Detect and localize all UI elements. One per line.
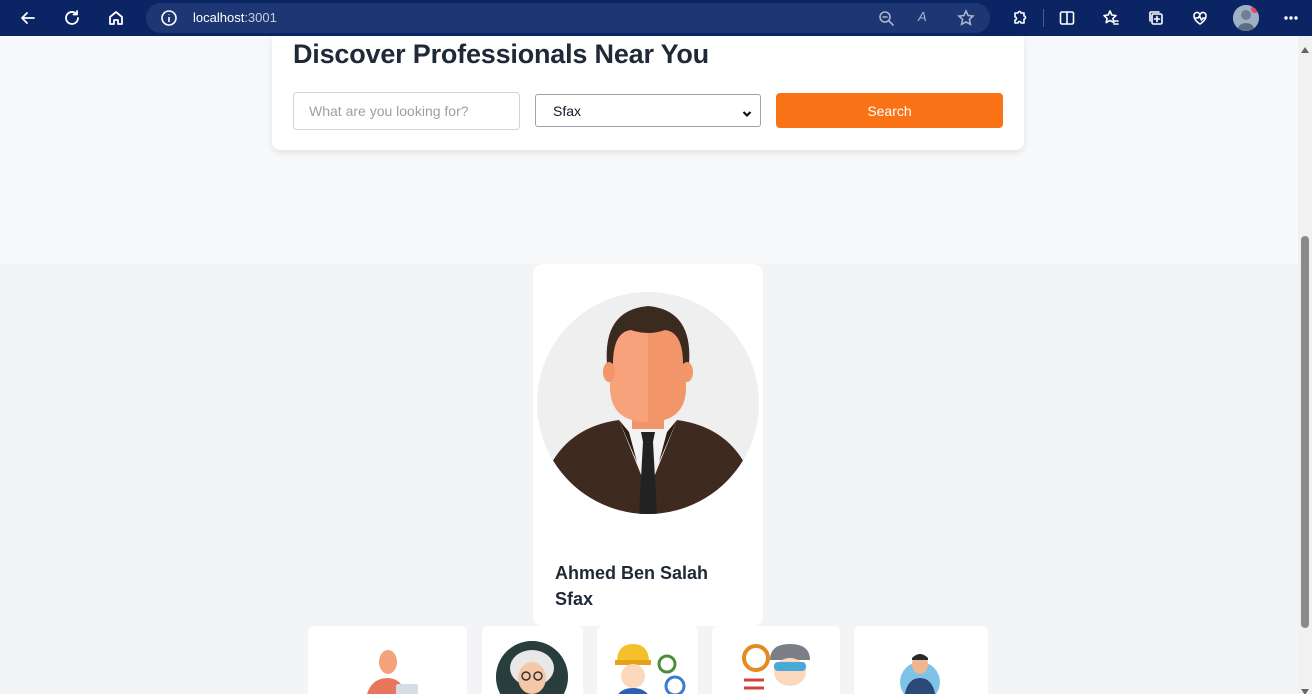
featured-professional-card[interactable]: Ahmed Ben Salah Sfax <box>533 264 763 626</box>
scroll-down-arrow-icon[interactable] <box>1301 682 1309 694</box>
toolbar-divider <box>1043 9 1044 27</box>
performance-icon <box>1193 11 1207 25</box>
man-portrait-icon <box>900 654 940 694</box>
chevron-down-icon <box>742 106 752 118</box>
professional-card[interactable] <box>597 626 698 694</box>
collections-icon <box>1149 11 1163 25</box>
address-bar[interactable]: localhost:3001 A <box>146 3 990 33</box>
scroll-up-arrow-icon[interactable] <box>1301 40 1309 53</box>
city-select[interactable]: Sfax <box>535 94 761 127</box>
split-screen-button[interactable] <box>1054 5 1080 31</box>
scientist-avatar-icon <box>496 641 568 694</box>
home-button[interactable] <box>102 4 130 32</box>
scrollbar-thumb[interactable] <box>1301 236 1309 628</box>
split-screen-icon <box>1059 11 1075 25</box>
search-button[interactable]: Search <box>776 93 1003 128</box>
url-host: localhost <box>193 10 245 25</box>
url-port: :3001 <box>244 10 277 25</box>
zoom-out-icon[interactable] <box>877 9 895 27</box>
home-icon <box>109 11 123 25</box>
info-icon[interactable] <box>160 9 178 27</box>
read-aloud-icon[interactable]: A <box>918 9 927 24</box>
performance-button[interactable] <box>1187 5 1213 31</box>
refresh-icon <box>65 10 79 25</box>
engineer-gears-icon <box>615 644 686 694</box>
more-button[interactable] <box>1278 5 1304 31</box>
technician-goggles-icon <box>742 644 810 690</box>
professional-card[interactable] <box>308 626 467 694</box>
browser-toolbar: localhost:3001 A <box>0 0 1312 36</box>
more-icon <box>1284 16 1298 20</box>
professional-card[interactable] <box>482 626 583 694</box>
extensions-button[interactable] <box>1006 5 1032 31</box>
favorites-icon <box>1103 10 1119 25</box>
page-scrollbar[interactable] <box>1298 36 1312 694</box>
favorite-star-icon[interactable] <box>957 9 975 27</box>
collections-button[interactable] <box>1143 5 1169 31</box>
professional-card[interactable] <box>712 626 840 694</box>
professional-city: Sfax <box>555 589 594 609</box>
professional-card[interactable] <box>854 626 988 694</box>
back-icon <box>21 12 35 24</box>
page-title: Discover Professionals Near You <box>293 39 709 69</box>
profile-avatar[interactable] <box>1233 5 1259 31</box>
search-card: Discover Professionals Near You Sfax Sea… <box>272 36 1024 150</box>
back-button[interactable] <box>14 4 42 32</box>
extensions-icon <box>1014 10 1027 24</box>
notification-dot <box>1251 5 1259 13</box>
professional-portrait <box>537 292 759 514</box>
search-input[interactable] <box>293 92 520 130</box>
city-select-value: Sfax <box>553 103 582 119</box>
refresh-button[interactable] <box>58 4 86 32</box>
worker-laptop-icon <box>367 650 418 694</box>
professional-name: Ahmed Ben Salah <box>555 563 709 583</box>
url-text[interactable]: localhost:3001 <box>193 10 277 25</box>
favorites-button[interactable] <box>1098 5 1124 31</box>
